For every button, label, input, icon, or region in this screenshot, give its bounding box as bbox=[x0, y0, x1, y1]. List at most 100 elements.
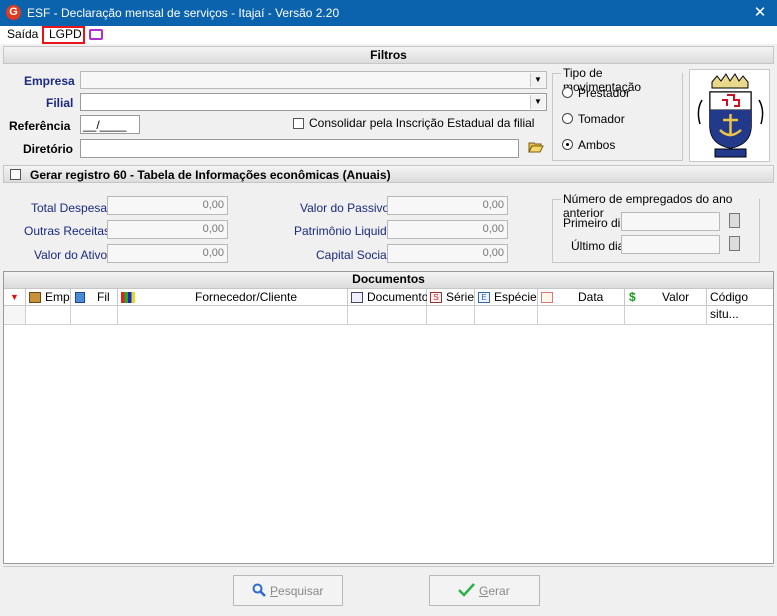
city-coat-of-arms-logo bbox=[689, 69, 770, 162]
pesquisar-mnemonic: P bbox=[270, 584, 279, 598]
documents-header: Documentos bbox=[4, 272, 773, 289]
app-icon: G bbox=[6, 5, 21, 20]
col-data-label: Data bbox=[578, 290, 604, 304]
dollar-icon: $ bbox=[629, 290, 636, 304]
diretorio-input[interactable] bbox=[80, 139, 519, 158]
patrimonio-liquido-label: Patrimônio Liquido bbox=[294, 224, 394, 238]
patrimonio-liquido-value: 0,00 bbox=[482, 223, 504, 235]
menu-item-saida[interactable]: Saída bbox=[7, 27, 38, 41]
menu-item-lgpd[interactable]: LGPD bbox=[49, 27, 82, 41]
registro60-checkbox[interactable] bbox=[10, 169, 21, 180]
monitor-icon[interactable] bbox=[89, 29, 103, 40]
valor-ativo-label: Valor do Ativo bbox=[34, 248, 108, 262]
primeiro-dia-input[interactable] bbox=[621, 212, 720, 231]
prestador-label: Prestador bbox=[578, 86, 631, 100]
registro60-label: Gerar registro 60 - Tabela de Informaçõe… bbox=[30, 168, 391, 182]
menu-bar: Saída LGPD bbox=[0, 26, 777, 44]
valor-ativo-input[interactable]: 0,00 bbox=[107, 244, 228, 263]
referencia-input[interactable]: __/____ bbox=[80, 115, 140, 134]
gerar-mnemonic: G bbox=[479, 584, 489, 598]
prestador-radio[interactable] bbox=[562, 87, 573, 98]
table-cell[interactable] bbox=[625, 306, 707, 325]
col-fil-label: Fil bbox=[97, 290, 110, 304]
ultimo-dia-label: Último dia bbox=[571, 239, 625, 253]
col-valor-label: Valor bbox=[662, 290, 690, 304]
total-despesa-input[interactable]: 0,00 bbox=[107, 196, 228, 215]
col-data[interactable]: Data bbox=[538, 289, 625, 306]
gerar-button[interactable]: Gerar bbox=[429, 575, 540, 606]
calculator-icon[interactable] bbox=[729, 236, 740, 251]
capital-social-value: 0,00 bbox=[482, 247, 504, 259]
col-codigo-situacao[interactable]: Código situ... bbox=[707, 289, 773, 321]
tomador-label: Tomador bbox=[578, 112, 625, 126]
filial-label: Filial bbox=[46, 96, 74, 110]
valor-passivo-value: 0,00 bbox=[482, 199, 504, 211]
table-cell[interactable] bbox=[707, 306, 773, 325]
col-fil[interactable]: Fil bbox=[71, 289, 118, 306]
table-cell[interactable] bbox=[475, 306, 538, 325]
search-icon bbox=[252, 583, 266, 597]
books-icon bbox=[121, 292, 135, 303]
diretorio-label: Diretório bbox=[23, 142, 74, 156]
chevron-down-icon[interactable]: ▼ bbox=[530, 95, 545, 109]
table-cell[interactable] bbox=[348, 306, 427, 325]
calendar-icon bbox=[541, 292, 553, 303]
ambos-radio[interactable] bbox=[562, 139, 573, 150]
capital-social-label: Capital Social bbox=[316, 248, 390, 262]
branch-icon bbox=[75, 292, 85, 303]
folder-open-icon[interactable] bbox=[528, 141, 544, 154]
consolidar-label: Consolidar pela Inscrição Estadual da fi… bbox=[309, 116, 535, 130]
ambos-label: Ambos bbox=[578, 138, 616, 152]
col-serie-label: Série bbox=[446, 290, 475, 304]
close-icon[interactable]: ✕ bbox=[748, 3, 772, 23]
table-row-indicator[interactable] bbox=[4, 306, 26, 325]
divider bbox=[3, 566, 774, 567]
empresa-combo[interactable]: ▼ bbox=[80, 71, 547, 89]
outras-receitas-value: 0,00 bbox=[202, 223, 224, 235]
documents-grid[interactable]: Documentos ▼ Emp Fil Fornecedor/Cliente … bbox=[3, 271, 774, 564]
window-title: ESF - Declaração mensal de serviços - It… bbox=[27, 6, 340, 20]
outras-receitas-input[interactable]: 0,00 bbox=[107, 220, 228, 239]
especie-icon: E bbox=[478, 292, 490, 303]
table-cell[interactable] bbox=[538, 306, 625, 325]
empresa-label: Empresa bbox=[24, 74, 75, 88]
col-emp-label: Emp bbox=[45, 290, 70, 304]
table-cell[interactable] bbox=[71, 306, 118, 325]
patrimonio-liquido-input[interactable]: 0,00 bbox=[387, 220, 508, 239]
sort-indicator-icon[interactable]: ▼ bbox=[4, 289, 26, 306]
col-emp[interactable]: Emp bbox=[26, 289, 71, 306]
calculator-icon[interactable] bbox=[729, 213, 740, 228]
valor-ativo-value: 0,00 bbox=[202, 247, 224, 259]
document-icon bbox=[351, 292, 363, 303]
referencia-label: Referência bbox=[9, 119, 71, 133]
tomador-radio[interactable] bbox=[562, 113, 573, 124]
checkmark-icon bbox=[458, 583, 475, 597]
consolidar-checkbox[interactable] bbox=[293, 118, 304, 129]
col-documento[interactable]: Documento bbox=[348, 289, 429, 306]
total-despesa-label: Total Despesa bbox=[31, 201, 108, 215]
col-serie[interactable]: S Série bbox=[427, 289, 475, 306]
capital-social-input[interactable]: 0,00 bbox=[387, 244, 508, 263]
building-icon bbox=[29, 292, 41, 303]
pesquisar-label: esquisar bbox=[278, 584, 324, 598]
primeiro-dia-label: Primeiro dia bbox=[563, 216, 628, 230]
col-especie[interactable]: E Espécie bbox=[475, 289, 538, 306]
table-cell[interactable] bbox=[118, 306, 348, 325]
valor-passivo-input[interactable]: 0,00 bbox=[387, 196, 508, 215]
col-valor[interactable]: $ Valor bbox=[625, 289, 707, 306]
col-fornecedor-label: Fornecedor/Cliente bbox=[195, 290, 298, 304]
serie-icon: S bbox=[430, 292, 442, 303]
filters-header: Filtros bbox=[3, 46, 774, 64]
gerar-label: erar bbox=[488, 584, 510, 598]
ultimo-dia-input[interactable] bbox=[621, 235, 720, 254]
col-documento-label: Documento bbox=[367, 290, 429, 304]
filial-combo[interactable]: ▼ bbox=[80, 93, 547, 111]
total-despesa-value: 0,00 bbox=[202, 199, 224, 211]
table-cell[interactable] bbox=[427, 306, 475, 325]
pesquisar-button[interactable]: Pesquisar bbox=[233, 575, 343, 606]
table-cell[interactable] bbox=[26, 306, 71, 325]
col-fornecedor[interactable]: Fornecedor/Cliente bbox=[118, 289, 348, 306]
outras-receitas-label: Outras Receitas bbox=[24, 224, 111, 238]
chevron-down-icon[interactable]: ▼ bbox=[530, 73, 545, 87]
col-especie-label: Espécie bbox=[494, 290, 537, 304]
